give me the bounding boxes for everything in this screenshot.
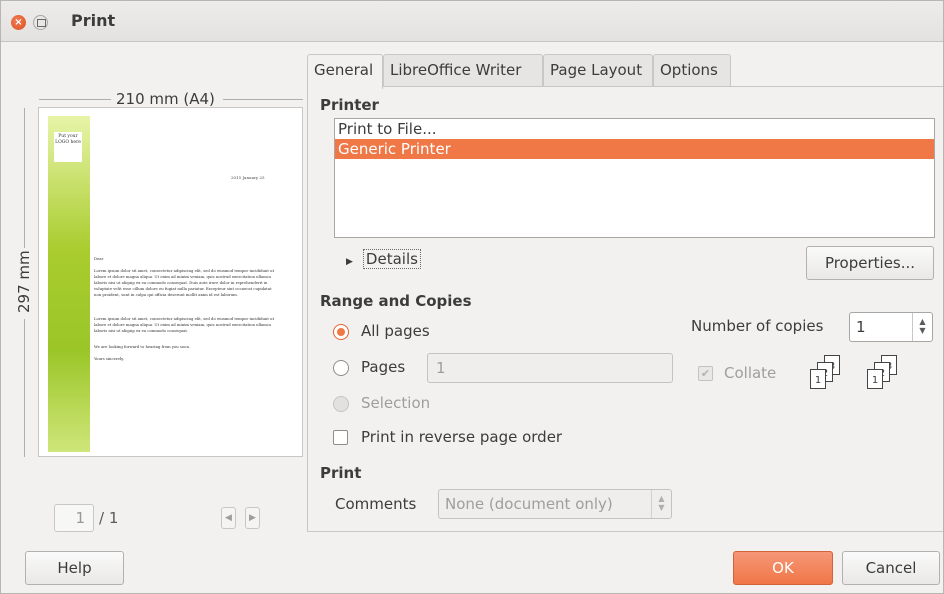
- letterhead-band: [48, 116, 90, 452]
- preview-closing: We are looking forward to hearing from y…: [94, 344, 191, 349]
- all-pages-radio[interactable]: [333, 324, 349, 340]
- copies-label: Number of copies: [691, 317, 824, 335]
- maximize-icon[interactable]: [33, 15, 48, 30]
- print-dialog: × Print 210 mm (A4) 297 mm Put your LOGO…: [0, 0, 944, 594]
- page-total: / 1: [99, 509, 119, 527]
- tab-general[interactable]: General: [307, 54, 383, 89]
- width-dimension-line: [223, 99, 303, 100]
- cancel-button[interactable]: Cancel: [842, 551, 940, 585]
- tab-page-layout[interactable]: Page Layout: [543, 54, 653, 87]
- copies-value: 1: [856, 318, 866, 336]
- reverse-order-checkbox[interactable]: [333, 430, 348, 445]
- print-section-title: Print: [320, 464, 362, 482]
- width-dimension-line: [39, 99, 111, 100]
- reverse-order-label: Print in reverse page order: [361, 428, 563, 446]
- preview-date: 2015 January 25: [231, 175, 265, 180]
- prev-page-button[interactable]: ◀: [221, 507, 236, 529]
- preview-salutation: Dear: [94, 256, 104, 261]
- preview-height-wrap: 297 mm: [15, 250, 35, 333]
- comments-dropdown[interactable]: None (document only) ▲ ▼: [438, 489, 672, 519]
- collate-pages-icon: 3 2 1: [865, 355, 905, 393]
- properties-button[interactable]: Properties...: [806, 246, 934, 280]
- next-page-button[interactable]: ▶: [245, 507, 260, 529]
- collate-checkbox[interactable]: ✔: [698, 366, 713, 381]
- range-section-title: Range and Copies: [320, 292, 472, 310]
- page-number-field[interactable]: 1: [54, 504, 94, 532]
- logo-placeholder: Put your LOGO here: [54, 132, 82, 162]
- help-button[interactable]: Help: [25, 551, 124, 585]
- pages-radio[interactable]: [333, 360, 349, 376]
- ok-button[interactable]: OK: [733, 551, 833, 585]
- collate-pages-icon: 3 2 1: [808, 355, 848, 393]
- all-pages-label: All pages: [361, 322, 430, 340]
- window-title: Print: [71, 11, 116, 30]
- tab-libreoffice-writer[interactable]: LibreOffice Writer: [383, 54, 543, 87]
- preview-closing: Yours sincerely,: [94, 356, 124, 361]
- height-dimension-line: [24, 108, 25, 248]
- expander-arrow-icon: ▶: [346, 257, 353, 267]
- preview-paragraph: Lorem ipsum dolor sit amet, consectetur …: [94, 268, 275, 297]
- preview-height-label: 297 mm: [15, 250, 33, 313]
- comments-label: Comments: [335, 495, 417, 513]
- close-icon[interactable]: ×: [11, 15, 26, 30]
- tab-options[interactable]: Options: [653, 54, 731, 87]
- printer-item-selected[interactable]: Generic Printer: [335, 139, 934, 159]
- preview-width-label: 210 mm (A4): [116, 90, 215, 108]
- title-bar: × Print: [1, 1, 943, 42]
- printer-list[interactable]: Print to File... Generic Printer: [334, 118, 935, 238]
- selection-radio[interactable]: [333, 396, 349, 412]
- comments-value: None (document only): [445, 495, 613, 513]
- dropdown-arrows-icon: ▲ ▼: [651, 490, 671, 518]
- pages-label: Pages: [361, 358, 406, 376]
- height-dimension-line: [24, 319, 25, 457]
- preview-paragraph: Lorem ipsum dolor sit amet, consectetur …: [94, 316, 275, 333]
- details-expander[interactable]: ▶ Details: [346, 249, 421, 269]
- selection-label: Selection: [361, 394, 431, 412]
- page-preview: Put your LOGO here 2015 January 25 Dear …: [38, 107, 303, 457]
- details-label: Details: [362, 249, 421, 269]
- pages-field[interactable]: 1: [427, 353, 673, 383]
- printer-item[interactable]: Print to File...: [335, 119, 934, 139]
- copies-spinner[interactable]: 1 ▲ ▼: [849, 312, 933, 342]
- spin-arrows-icon[interactable]: ▲ ▼: [912, 313, 932, 341]
- printer-section-title: Printer: [320, 96, 379, 114]
- collate-label: Collate: [724, 364, 777, 382]
